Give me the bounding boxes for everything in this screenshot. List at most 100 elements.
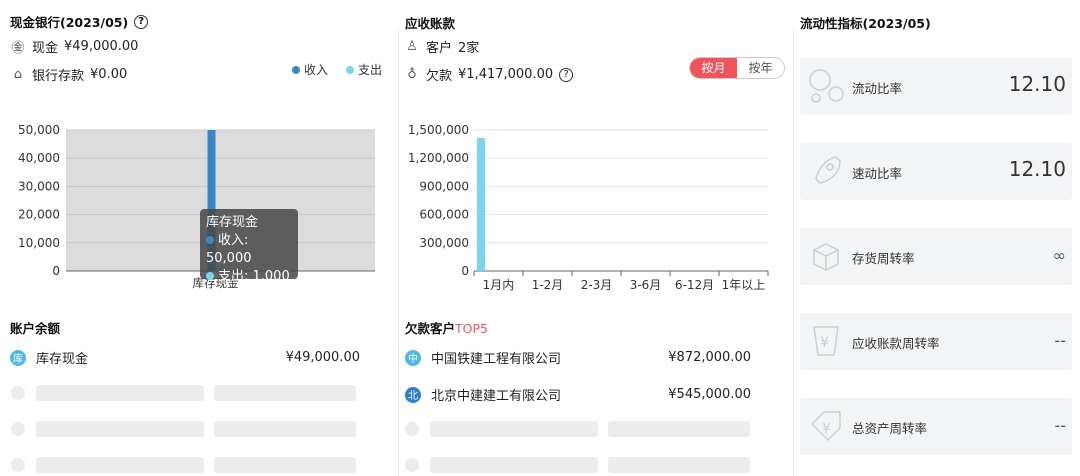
money-bag-icon: ♁ <box>407 67 417 82</box>
x-tick-label: 1年以上 <box>722 278 766 292</box>
skeleton-dot <box>11 386 25 400</box>
user-icon: ♙ <box>406 39 418 54</box>
x-tick-label: 3-6月 <box>630 278 662 292</box>
skeleton-bar <box>214 457 356 473</box>
metric-value: 12.10 <box>1008 72 1066 96</box>
account-row[interactable]: 库 库存现金 ¥49,000.00 <box>10 348 360 367</box>
x-tick-label: 6-12月 <box>675 278 714 292</box>
x-tick-label: 1月内 <box>483 278 515 292</box>
legend-expense[interactable]: 支出 <box>346 61 382 78</box>
metric-label: 流动比率 <box>852 81 903 96</box>
y-tick-label: 1,500,000 <box>408 123 469 137</box>
cash-label: 现金 <box>32 41 59 56</box>
svg-text:¥: ¥ <box>822 421 831 437</box>
metric-current-ratio[interactable]: 流动比率 12.10 <box>800 58 1072 115</box>
bar <box>477 137 485 271</box>
y-tick-label: 40,000 <box>18 151 60 165</box>
receivables-title: 应收账款 <box>405 16 456 31</box>
skeleton-bar <box>430 457 598 473</box>
skeleton-bar <box>36 421 204 437</box>
deposit-value: ¥0.00 <box>90 67 128 82</box>
rocket-icon <box>815 156 841 184</box>
y-tick-label: 900,000 <box>419 179 469 193</box>
period-toggle: 按月 按年 <box>689 57 785 79</box>
column-divider <box>793 30 794 476</box>
metric-quick-ratio[interactable]: 速动比率 12.10 <box>800 143 1072 200</box>
receivables-aging-chart[interactable]: 0 300,000 600,000 900,000 1,200,000 1,500,000… <box>400 120 790 300</box>
tag-yen-icon: ¥ <box>810 411 841 442</box>
cash-chart-legend: 收入 支出 <box>292 61 382 78</box>
debtor-row[interactable]: 中 中国铁建工程有限公司 ¥872,000.00 <box>405 348 751 367</box>
skeleton-bar <box>214 385 356 401</box>
liquidity-title: 流动性指标(2023/05) <box>800 16 931 31</box>
y-tick-label: 300,000 <box>419 236 469 250</box>
metric-value: ∞ <box>1052 246 1066 265</box>
receipt-yen-icon: ¥ <box>813 326 839 356</box>
metric-value: -- <box>1054 416 1066 435</box>
debt-label: 欠款 <box>426 69 453 84</box>
debtor-name: 北京中建建工有限公司 <box>431 389 562 404</box>
bank-icon: ⌂ <box>13 67 23 82</box>
top-debtors-title-suffix: TOP5 <box>455 321 488 336</box>
customers-row: ♙ 客户 2家 <box>404 37 479 56</box>
metric-receivables-turnover[interactable]: ¥ 应收账款周转率 -- <box>800 313 1072 370</box>
metric-label: 存货周转率 <box>852 251 915 266</box>
account-amount: ¥49,000.00 <box>285 350 360 365</box>
deposit-label: 银行存款 <box>32 69 85 84</box>
skeleton-bar <box>608 421 750 437</box>
column-divider <box>398 30 399 476</box>
skeleton-dot <box>11 422 25 436</box>
customers-value: 2家 <box>458 41 480 56</box>
debt-row: ♁ 欠款 ¥1,417,000.00 ? <box>404 65 574 84</box>
skeleton-bar <box>36 385 204 401</box>
debtor-badge-icon: 北 <box>405 386 421 403</box>
debt-value: ¥1,417,000.00 <box>458 67 554 82</box>
legend-expense-label: 支出 <box>358 63 383 77</box>
toggle-by-month[interactable]: 按月 <box>690 58 737 78</box>
cash-bank-title: 现金银行(2023/05) ? <box>10 12 149 31</box>
chart-tooltip: 库存现金 收入: 50,000 支出: 1,000 <box>200 209 298 284</box>
metric-value: -- <box>1054 331 1066 350</box>
x-tick-label: 1-2月 <box>532 278 564 292</box>
skeleton-dot <box>405 458 419 472</box>
y-tick-label: 0 <box>461 264 469 278</box>
metric-inventory-turnover[interactable]: 存货周转率 ∞ <box>800 228 1072 285</box>
help-icon[interactable]: ? <box>134 14 149 29</box>
metric-value: 12.10 <box>1008 157 1066 181</box>
skeleton-bar <box>608 457 750 473</box>
debtor-row[interactable]: 北 北京中建建工有限公司 ¥545,000.00 <box>405 385 751 404</box>
cash-value: ¥49,000.00 <box>64 39 139 54</box>
account-badge-icon: 库 <box>10 349 26 366</box>
toggle-by-year[interactable]: 按年 <box>737 58 784 78</box>
metric-label: 总资产周转率 <box>852 421 928 436</box>
account-balance-title: 账户余额 <box>10 321 61 336</box>
y-tick-label: 30,000 <box>18 179 60 193</box>
debtor-amount: ¥545,000.00 <box>668 387 751 402</box>
metric-asset-turnover[interactable]: ¥ 总资产周转率 -- <box>800 398 1072 455</box>
x-tick-label: 2-3月 <box>581 278 613 292</box>
customers-label: 客户 <box>426 41 453 56</box>
legend-income[interactable]: 收入 <box>292 61 328 78</box>
skeleton-dot <box>405 422 419 436</box>
tooltip-expense: 支出: 1,000 <box>218 269 290 284</box>
cash-bank-title-text: 现金银行(2023/05) <box>10 15 129 30</box>
cash-row: ㊎ 现金 ¥49,000.00 <box>10 37 138 56</box>
box-cycle-icon <box>813 243 839 271</box>
help-icon[interactable]: ? <box>559 67 574 82</box>
top-debtors-title-prefix: 欠款客户 <box>405 321 456 336</box>
y-tick-label: 10,000 <box>18 236 60 250</box>
legend-income-label: 收入 <box>304 63 329 77</box>
metric-label: 应收账款周转率 <box>852 336 940 351</box>
y-tick-label: 1,200,000 <box>408 151 469 165</box>
y-tick-label: 600,000 <box>419 208 469 222</box>
skeleton-bar <box>36 457 204 473</box>
yen-circle-icon: ㊎ <box>11 41 25 56</box>
account-name: 库存现金 <box>36 352 89 367</box>
skeleton-bar <box>214 421 356 437</box>
metric-label: 速动比率 <box>852 166 903 181</box>
cash-bank-chart[interactable]: 0 10,000 20,000 30,000 40,000 50,000 库存现金 <box>0 120 393 300</box>
chart-bubbles-icon <box>809 69 844 103</box>
debtor-name: 中国铁建工程有限公司 <box>431 352 562 367</box>
svg-text:¥: ¥ <box>820 335 829 351</box>
y-tick-label: 0 <box>52 264 60 278</box>
